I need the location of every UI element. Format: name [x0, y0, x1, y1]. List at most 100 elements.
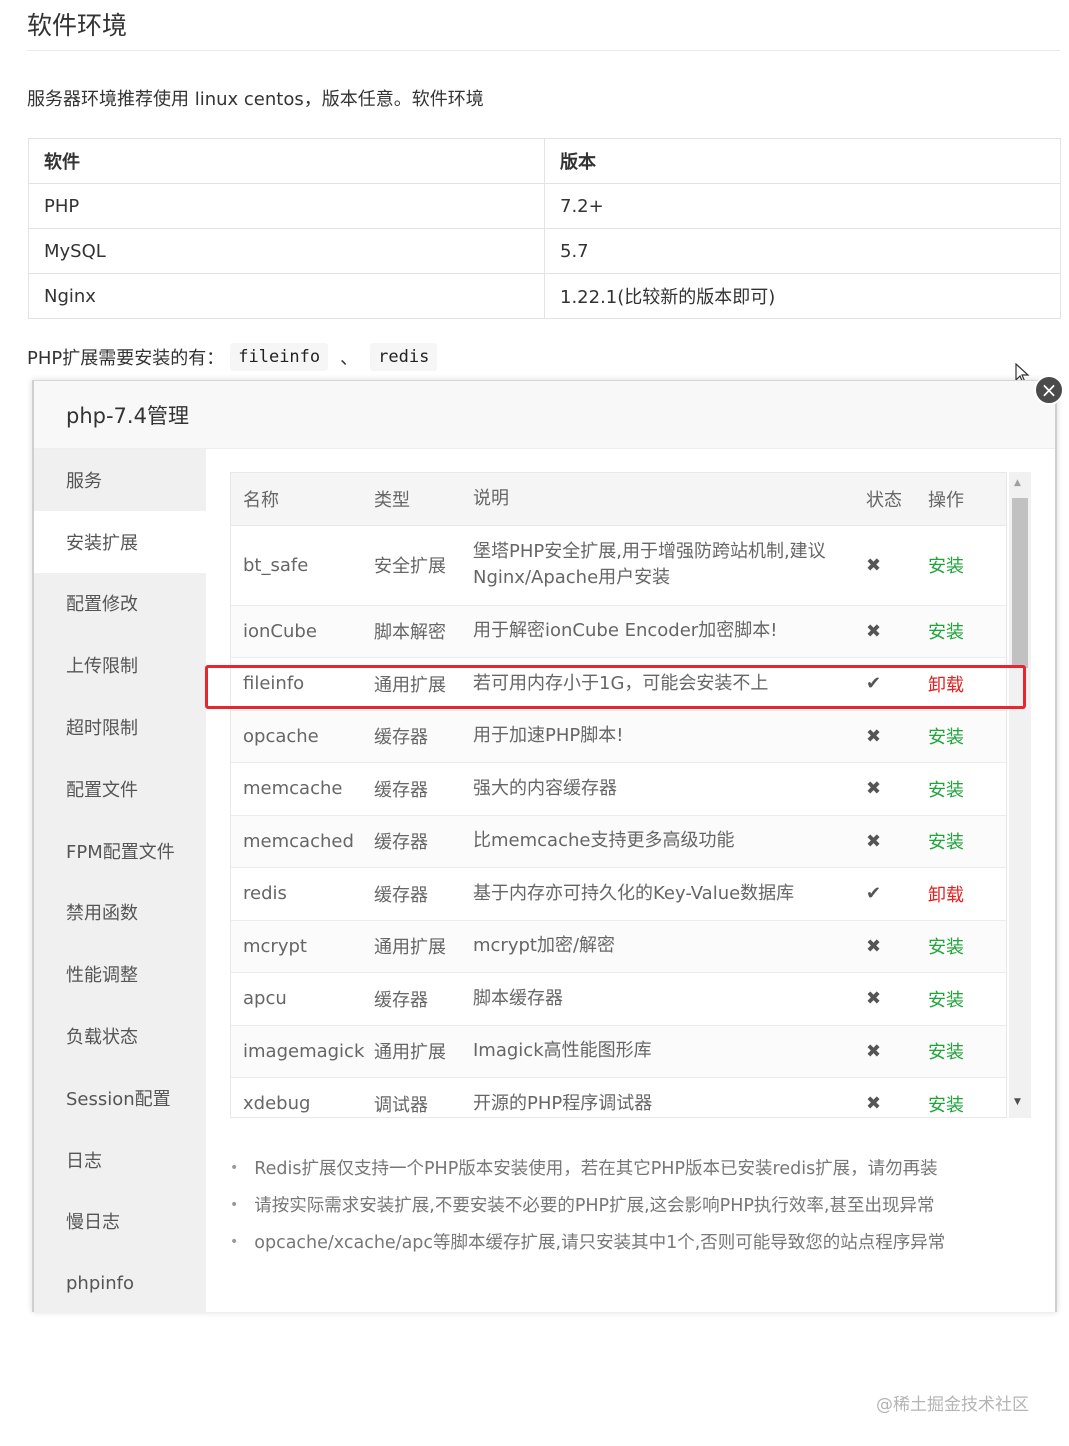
ext-name: memcache	[231, 762, 374, 816]
extension-row: apcu 缓存器 脚本缓存器 ✖ 安装	[231, 972, 1006, 1026]
sidebar-item-install-ext[interactable]: 安装扩展	[34, 510, 206, 573]
ext-desc: 用于解密ionCube Encoder加密脚本!	[473, 605, 866, 658]
cross-icon: ✖	[866, 920, 928, 973]
cross-icon: ✖	[866, 972, 928, 1026]
cross-icon: ✖	[866, 1077, 928, 1117]
ext-type: 缓存器	[374, 815, 473, 868]
scroll-thumb[interactable]	[1012, 498, 1028, 668]
ext-name: memcached	[231, 815, 374, 868]
ext-desc: 用于加速PHP脚本!	[473, 710, 866, 763]
extension-row: xdebug 调试器 开源的PHP程序调试器 ✖ 安装	[231, 1077, 1006, 1117]
install-link[interactable]: 安装	[928, 1077, 1006, 1117]
ext-desc: 强大的内容缓存器	[473, 762, 866, 816]
uninstall-link[interactable]: 卸载	[928, 867, 1006, 921]
sidebar-item-load-status[interactable]: 负载状态	[34, 1005, 206, 1067]
extension-row: imagemagick 通用扩展 Imagick高性能图形库 ✖ 安装	[231, 1025, 1006, 1078]
extension-table: 名称 类型 说明 状态 操作 bt_safe 安全扩展 堡塔PHP安全扩展,用于…	[231, 473, 1006, 1117]
extension-row: bt_safe 安全扩展 堡塔PHP安全扩展,用于增强防跨站机制,建议Nginx…	[231, 525, 1006, 606]
ext-desc: 堡塔PHP安全扩展,用于增强防跨站机制,建议Nginx/Apache用户安装	[473, 525, 866, 606]
code-redis: redis	[370, 343, 438, 371]
ext-desc: mcrypt加密/解密	[473, 920, 866, 973]
close-icon[interactable]: ×	[1034, 375, 1064, 405]
ext-name: ionCube	[231, 605, 374, 658]
extension-row: redis 缓存器 基于内存亦可持久化的Key-Value数据库 ✔ 卸载	[231, 867, 1006, 921]
doc-paragraph: 服务器环境推荐使用 linux centos，版本任意。软件环境	[27, 89, 484, 110]
install-link[interactable]: 安装	[928, 605, 1006, 658]
sidebar-item-fpm-config[interactable]: FPM配置文件	[34, 820, 206, 882]
sidebar-item-performance[interactable]: 性能调整	[34, 943, 206, 1005]
cell-version: 5.7	[544, 228, 1061, 274]
sidebar-item-config-edit[interactable]: 配置修改	[34, 573, 206, 635]
extension-row: memcache 缓存器 强大的内容缓存器 ✖ 安装	[231, 762, 1006, 816]
table-scrollbar[interactable]: ▲ ▼	[1009, 472, 1031, 1118]
sidebar-item-service[interactable]: 服务	[34, 449, 206, 511]
extension-table-wrap: 名称 类型 说明 状态 操作 bt_safe 安全扩展 堡塔PHP安全扩展,用于…	[230, 472, 1007, 1118]
sidebar-item-log[interactable]: 日志	[34, 1129, 206, 1191]
dialog-title: php-7.4管理	[66, 403, 189, 428]
scroll-up-arrow-icon[interactable]: ▲	[1014, 478, 1021, 488]
sidebar-item-phpinfo[interactable]: phpinfo	[34, 1252, 206, 1314]
check-icon: ✔	[866, 867, 928, 921]
ext-name: redis	[231, 867, 374, 921]
sidebar-item-session-config[interactable]: Session配置	[34, 1067, 206, 1129]
col-desc: 说明	[473, 473, 866, 526]
cross-icon: ✖	[866, 1025, 928, 1078]
install-link[interactable]: 安装	[928, 920, 1006, 973]
col-type: 类型	[374, 473, 473, 526]
cell-software: PHP	[28, 183, 545, 229]
watermark: @稀土掘金技术社区	[876, 1395, 1029, 1415]
ext-type: 脚本解密	[374, 605, 473, 658]
tips-list: Redis扩展仅支持一个PHP版本安装使用，若在其它PHP版本已安装redis扩…	[230, 1149, 945, 1260]
ext-name: opcache	[231, 710, 374, 763]
extension-row: mcrypt 通用扩展 mcrypt加密/解密 ✖ 安装	[231, 920, 1006, 973]
cell-software: Nginx	[28, 273, 545, 319]
col-name: 名称	[231, 473, 374, 526]
sidebar-item-timeout-limit[interactable]: 超时限制	[34, 696, 206, 758]
sidebar-item-config-file[interactable]: 配置文件	[34, 758, 206, 820]
ext-type: 缓存器	[374, 972, 473, 1026]
cross-icon: ✖	[866, 762, 928, 816]
ext-type: 缓存器	[374, 762, 473, 816]
sidebar-item-upload-limit[interactable]: 上传限制	[34, 634, 206, 696]
dialog-sidebar: 服务 安装扩展 配置修改 上传限制 超时限制 配置文件 FPM配置文件 禁用函数…	[34, 449, 206, 1313]
extension-row: ionCube 脚本解密 用于解密ionCube Encoder加密脚本! ✖ …	[231, 605, 1006, 658]
ext-name: imagemagick	[231, 1025, 374, 1078]
ext-name: bt_safe	[231, 525, 374, 606]
table-row: PHP 7.2+	[28, 183, 1061, 229]
header-version: 版本	[544, 138, 1061, 184]
ext-prefix: PHP扩展需要安装的有：	[27, 348, 225, 369]
fileinfo-highlight-box	[205, 665, 1026, 709]
ext-desc: 脚本缓存器	[473, 972, 866, 1026]
install-link[interactable]: 安装	[928, 1025, 1006, 1078]
ext-name: xdebug	[231, 1077, 374, 1117]
tip-item: 请按实际需求安装扩展,不要安装不必要的PHP扩展,这会影响PHP执行效率,甚至出…	[230, 1186, 945, 1223]
ext-desc: 比memcache支持更多高级功能	[473, 815, 866, 868]
install-link[interactable]: 安装	[928, 815, 1006, 868]
header-software: 软件	[28, 138, 545, 184]
ext-desc: 开源的PHP程序调试器	[473, 1077, 866, 1117]
ext-name: apcu	[231, 972, 374, 1026]
install-link[interactable]: 安装	[928, 525, 1006, 606]
ext-type: 调试器	[374, 1077, 473, 1117]
ext-type: 通用扩展	[374, 1025, 473, 1078]
install-link[interactable]: 安装	[928, 762, 1006, 816]
col-state: 状态	[866, 473, 928, 526]
ext-name: mcrypt	[231, 920, 374, 973]
cross-icon: ✖	[866, 605, 928, 658]
install-link[interactable]: 安装	[928, 972, 1006, 1026]
sidebar-item-slow-log[interactable]: 慢日志	[34, 1191, 206, 1253]
cross-icon: ✖	[866, 815, 928, 868]
cross-icon: ✖	[866, 525, 928, 606]
ext-type: 缓存器	[374, 867, 473, 921]
tip-item: Redis扩展仅支持一个PHP版本安装使用，若在其它PHP版本已安装redis扩…	[230, 1149, 945, 1186]
sidebar-item-disabled-functions[interactable]: 禁用函数	[34, 882, 206, 944]
software-table: 软件 版本 PHP 7.2+ MySQL 5.7 Nginx 1.22.1(比较…	[28, 138, 1061, 319]
ext-type: 缓存器	[374, 710, 473, 763]
install-link[interactable]: 安装	[928, 710, 1006, 763]
scroll-down-arrow-icon[interactable]: ▼	[1014, 1097, 1021, 1107]
ext-type: 安全扩展	[374, 525, 473, 606]
tip-item: opcache/xcache/apc等脚本缓存扩展,请只安装其中1个,否则可能导…	[230, 1223, 945, 1260]
table-row: Nginx 1.22.1(比较新的版本即可)	[28, 273, 1061, 319]
cell-software: MySQL	[28, 228, 545, 274]
col-op: 操作	[928, 473, 1006, 526]
